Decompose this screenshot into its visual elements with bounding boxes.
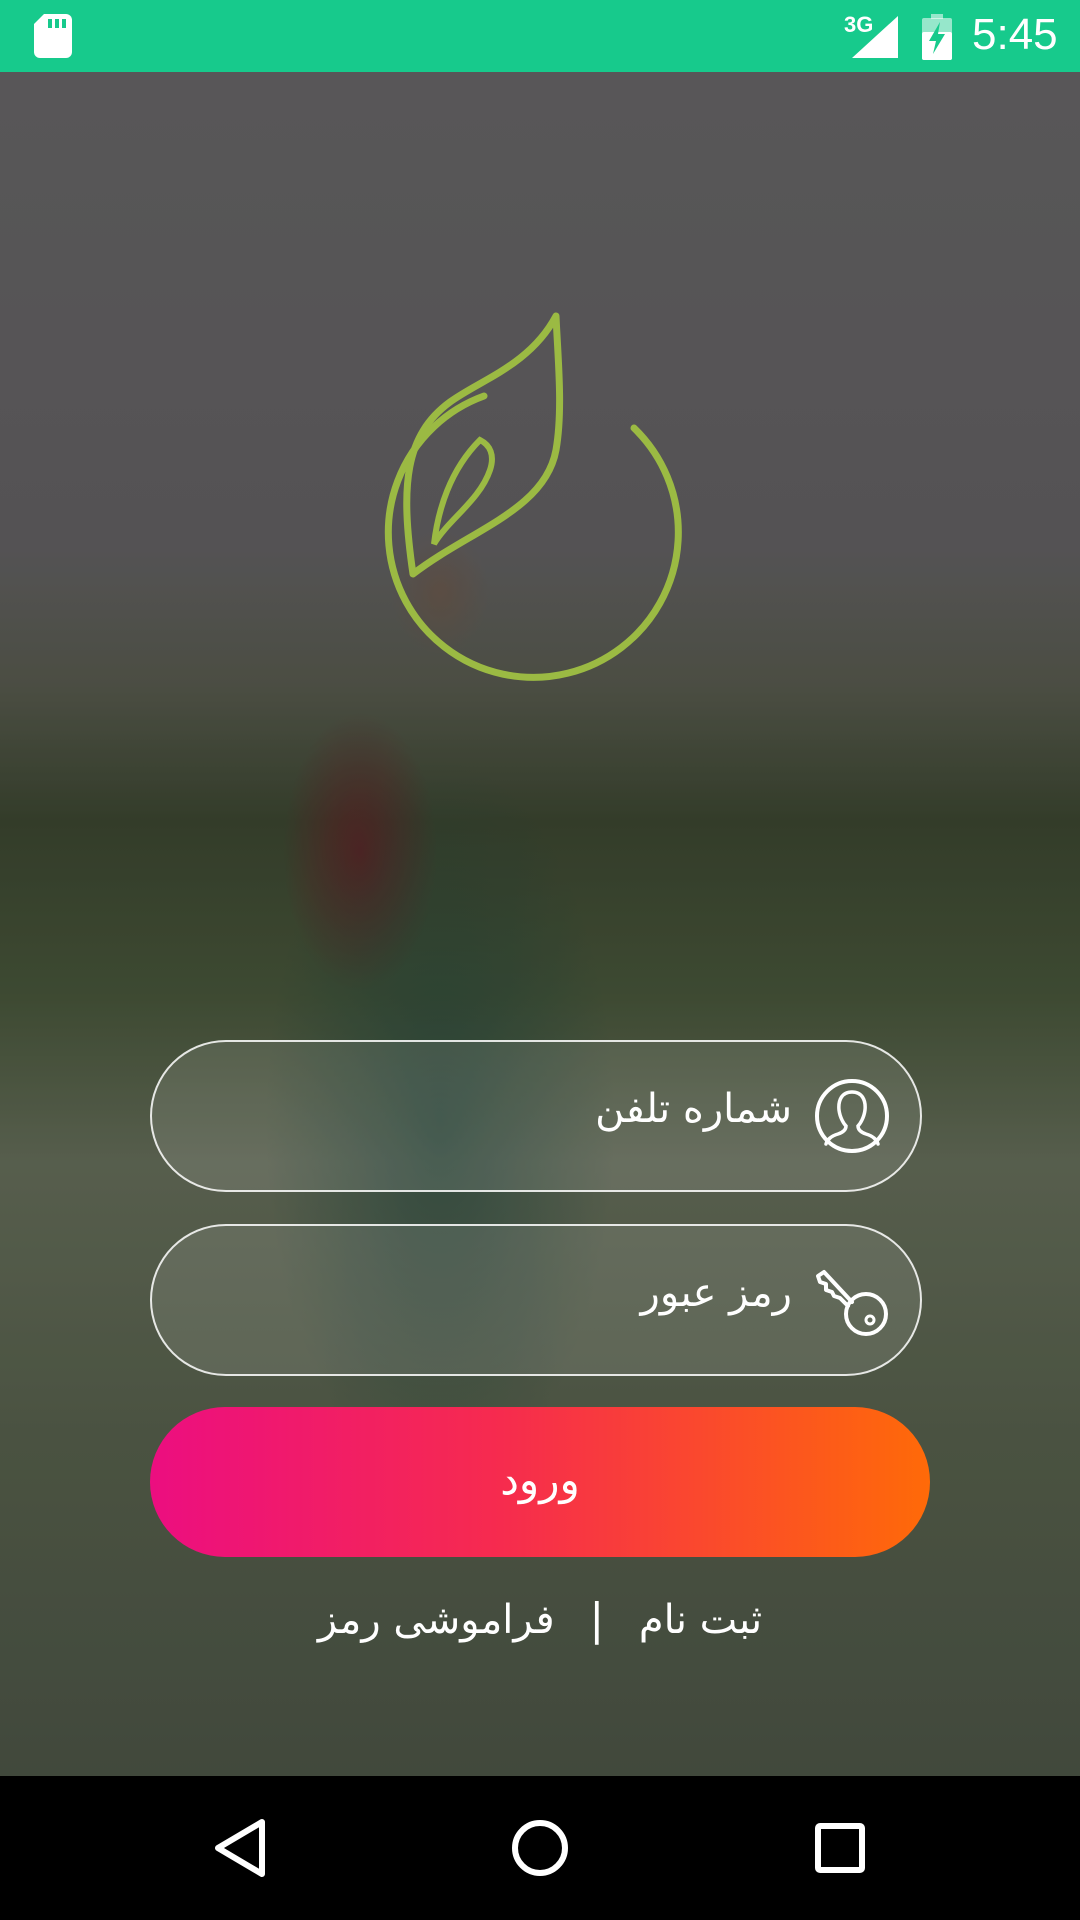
password-field[interactable]: رمز عبور <box>150 1224 922 1376</box>
key-icon <box>816 1270 888 1336</box>
leaf-logo-icon <box>384 312 682 681</box>
battery-charging-icon <box>922 14 952 60</box>
register-link[interactable]: ثبت نام <box>639 1597 762 1643</box>
login-button[interactable]: ورود <box>150 1407 930 1557</box>
sd-card-icon <box>34 14 72 58</box>
login-button-label: ورود <box>500 1455 580 1504</box>
status-bar: 3G 5:45 <box>0 0 1080 72</box>
user-icon <box>815 1079 889 1153</box>
auth-links: ثبت نام | فراموشی رمز <box>0 1594 1080 1654</box>
back-icon[interactable] <box>204 1812 276 1884</box>
password-placeholder: رمز عبور <box>640 1270 792 1316</box>
recents-icon[interactable] <box>804 1812 876 1884</box>
signal-icon <box>852 16 898 58</box>
forgot-password-link[interactable]: فراموشی رمز <box>318 1597 555 1643</box>
clock: 5:45 <box>972 10 1058 59</box>
link-separator: | <box>589 1594 605 1645</box>
phone-number-placeholder: شماره تلفن <box>595 1086 792 1132</box>
navigation-bar <box>0 1776 1080 1920</box>
phone-number-field[interactable]: شماره تلفن <box>150 1040 922 1192</box>
home-icon[interactable] <box>504 1812 576 1884</box>
